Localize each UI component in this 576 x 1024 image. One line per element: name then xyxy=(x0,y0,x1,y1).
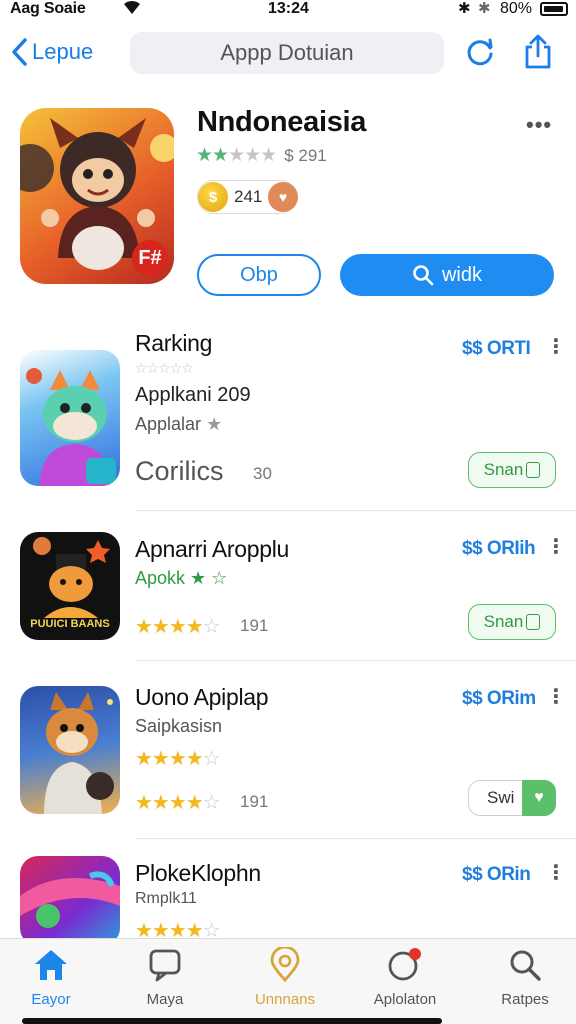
download-icon xyxy=(526,614,541,630)
featured-app-icon[interactable]: F# xyxy=(20,108,174,284)
home-icon xyxy=(35,950,67,980)
search-icon xyxy=(510,950,541,981)
app-icon-text: PUUICI BAANS xyxy=(30,618,110,630)
primary-action-label: widk xyxy=(441,263,482,286)
location-icon xyxy=(270,947,300,983)
battery-icon xyxy=(540,2,568,16)
tab-ratpes[interactable]: Ratpes xyxy=(470,947,576,1021)
wifi-icon xyxy=(122,0,142,21)
get-button-label: Swi xyxy=(487,788,515,807)
tab-label: Unnnans xyxy=(254,991,316,1008)
clock: 13:24 xyxy=(268,0,309,17)
star-rating-icons: ★★★★☆ xyxy=(135,616,221,638)
back-label: Lepue xyxy=(32,39,94,64)
app-subtitle: Rmplk11 xyxy=(135,890,197,907)
tab-aplolaton[interactable]: Aplolaton xyxy=(350,947,460,1021)
divider xyxy=(135,660,576,661)
star-icon: ★ ☆ xyxy=(190,568,228,588)
home-indicator xyxy=(22,1018,442,1024)
search-field[interactable]: Appp Dotuian xyxy=(130,32,444,74)
app-icon xyxy=(20,350,120,486)
search-icon xyxy=(413,265,434,286)
app-icon xyxy=(20,856,120,946)
list-item[interactable]: PUUICI BAANS Apnarri Aropplu Apokk ★ ☆ ★… xyxy=(0,520,576,662)
app-extra: Corilics xyxy=(135,456,224,486)
star-rating-icons: ★★★★★ xyxy=(196,145,277,166)
tab-label: Eayor xyxy=(31,991,71,1008)
navigation-bar: Lepue Appp Dotuian xyxy=(0,28,576,80)
app-badge: F# xyxy=(132,240,168,276)
price-button[interactable]: $$ ORIih xyxy=(462,538,536,560)
open-button[interactable]: Obp xyxy=(197,254,321,296)
rating-count: $ 291 xyxy=(284,145,327,165)
app-name: Uono Apiplap xyxy=(135,684,269,710)
star-rating-icons: ★★★★☆ xyxy=(135,748,221,770)
get-button-label: Snan xyxy=(483,460,524,479)
tab-bar: Eayor Maya Unnnans Aplolaton Ratpes xyxy=(0,938,576,1024)
more-options-icon[interactable]: ••• xyxy=(526,112,552,138)
download-icon xyxy=(526,462,541,478)
share-icon xyxy=(525,34,551,69)
carrier-label: Aag Soaie xyxy=(10,0,86,17)
more-options-icon[interactable]: ⋮ xyxy=(546,534,566,559)
price-button[interactable]: $$ ORim xyxy=(462,688,536,710)
heart-icon: ♥ xyxy=(268,182,298,212)
back-button[interactable]: Lepue xyxy=(10,34,93,70)
get-button[interactable]: Snan xyxy=(468,604,556,640)
bluetooth-icon: ✱ xyxy=(458,0,471,17)
tab-unnnans[interactable]: Unnnans xyxy=(230,947,340,1021)
get-button[interactable]: Snan xyxy=(468,452,556,488)
rating-count: 191 xyxy=(240,616,269,635)
list-item[interactable]: Uono Apiplap Saipkasisn ★★★★☆ ★★★★☆ 191 … xyxy=(0,672,576,839)
bluetooth-icon-secondary: ✱ xyxy=(478,0,491,17)
featured-app-title: Nndoneaisia xyxy=(197,106,367,138)
list-item[interactable]: PlokeKlophn Rmplk11 ★★★★☆ $$ ORin ⋮ xyxy=(0,848,576,946)
get-button[interactable]: Swi ♥ xyxy=(468,780,556,816)
status-bar: Aag Soaie 13:24 ✱ ✱ 80% xyxy=(0,0,576,20)
chevron-left-icon xyxy=(12,38,27,66)
app-icon: PUUICI BAANS xyxy=(20,532,120,640)
app-category: Applalar ★ xyxy=(135,414,223,434)
featured-rating: ★★★★★ $ 291 xyxy=(196,144,327,167)
app-subtitle: Saipkasisn xyxy=(135,716,223,736)
app-name: Rarking xyxy=(135,330,213,356)
coin-value: 241 xyxy=(234,187,263,206)
star-rating-icons: ☆☆☆☆☆ xyxy=(135,360,194,376)
tab-label: Ratpes xyxy=(501,991,549,1008)
tab-label: Maya xyxy=(146,991,184,1008)
battery-percent: 80% xyxy=(500,0,533,17)
rating-count: 191 xyxy=(240,792,269,811)
price-button[interactable]: $$ ORin xyxy=(462,864,531,886)
share-button[interactable] xyxy=(520,34,556,70)
tab-label: Aplolaton xyxy=(373,991,437,1008)
more-options-icon[interactable]: ⋮ xyxy=(546,334,566,359)
refresh-icon xyxy=(467,38,493,66)
heart-icon: ♥ xyxy=(522,780,556,816)
tab-maya[interactable]: Maya xyxy=(110,947,220,1021)
list-item[interactable]: Rarking ☆☆☆☆☆ Applkani 209 Applalar ★ Co… xyxy=(0,330,576,511)
divider xyxy=(135,838,576,839)
divider xyxy=(135,510,576,511)
get-button-label: Snan xyxy=(483,612,524,631)
tab-eayor[interactable]: Eayor xyxy=(0,947,106,1021)
updates-icon xyxy=(388,948,421,981)
app-extra-count: 30 xyxy=(253,464,272,483)
app-icon xyxy=(20,686,120,814)
refresh-button[interactable] xyxy=(462,34,498,70)
coin-counter[interactable]: $ 241 ♥ xyxy=(197,180,298,214)
app-name: PlokeKlophn xyxy=(135,860,261,886)
star-rating-icons-secondary: ★★★★☆ xyxy=(135,792,221,814)
star-icon: ★ xyxy=(206,414,223,434)
coin-icon: $ xyxy=(198,182,228,212)
app-subtitle: Apokk ★ ☆ xyxy=(135,568,228,588)
app-subtitle: Applkani 209 xyxy=(135,384,251,406)
price-button[interactable]: $$ ORTI xyxy=(462,338,531,360)
app-name: Apnarri Aropplu xyxy=(135,536,290,562)
more-options-icon[interactable]: ⋮ xyxy=(546,860,566,885)
more-options-icon[interactable]: ⋮ xyxy=(546,684,566,709)
primary-action-button[interactable]: widk xyxy=(340,254,554,296)
chat-icon xyxy=(149,949,181,982)
